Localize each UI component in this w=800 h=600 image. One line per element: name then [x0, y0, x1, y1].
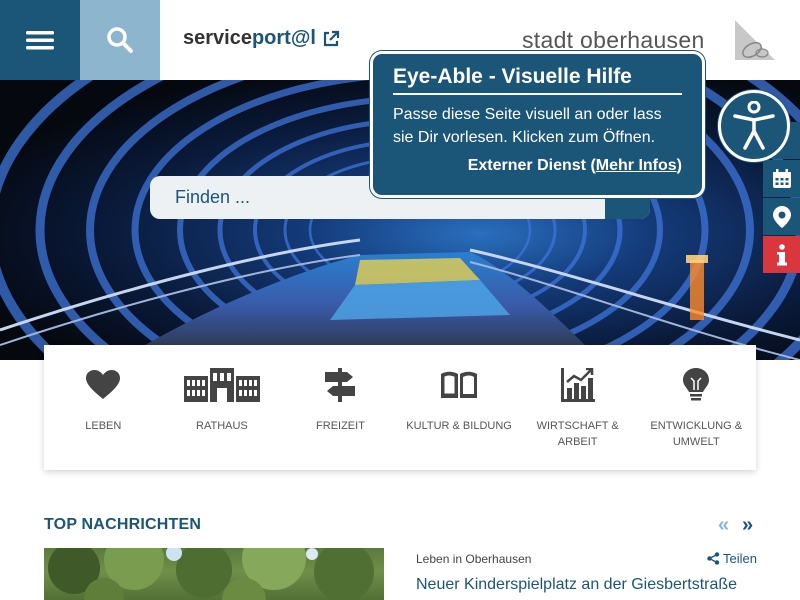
share-button[interactable]: Teilen [707, 551, 757, 566]
share-label: Teilen [723, 551, 757, 566]
news-next-button[interactable]: » [742, 514, 753, 537]
logo-text[interactable]: stadt oberhausen [522, 27, 705, 54]
menu-button[interactable] [0, 0, 80, 80]
accessibility-icon [733, 101, 775, 150]
external-link-icon [323, 30, 340, 46]
category-label: FREIZEIT [316, 420, 365, 432]
search-icon [107, 27, 133, 53]
eye-able-footer: Externer Dienst (Mehr Infos) [393, 157, 682, 175]
news-image[interactable] [44, 548, 384, 600]
search-toggle-button[interactable] [80, 0, 160, 80]
more-info-link[interactable]: Mehr Infos [596, 157, 677, 174]
news-prev-button[interactable]: « [718, 514, 729, 537]
foliage-image [48, 548, 374, 600]
eye-able-footer-suffix: ) [676, 157, 682, 174]
news-category: Leben in Oberhausen [416, 552, 532, 566]
chart-icon [560, 368, 595, 402]
location-pin-icon [772, 205, 791, 228]
side-tab-calendar[interactable] [763, 160, 800, 197]
page: service port@l stadt oberhausen Finden .… [0, 0, 800, 600]
category-leben[interactable]: LEBEN [44, 345, 163, 470]
book-icon [441, 371, 478, 398]
eye-able-title: Eye-Able - Visuelle Hilfe [393, 65, 682, 95]
category-label: KULTUR & BILDUNG [406, 420, 512, 432]
top-news-heading: TOP NACHRICHTEN [44, 516, 202, 533]
lightbulb-icon [683, 368, 710, 401]
side-tab-info[interactable] [763, 236, 800, 273]
logo-icon[interactable] [735, 20, 775, 60]
eye-able-popup[interactable]: Eye-Able - Visuelle Hilfe Passe diese Se… [370, 51, 705, 198]
hamburger-icon [26, 31, 54, 50]
serviceportal-link[interactable]: service port@l [183, 27, 340, 50]
category-card: LEBEN RATHAUS FREIZEIT KULTUR & BILDUNG … [44, 345, 756, 470]
heart-icon [86, 370, 121, 399]
serviceportal-part1: service [183, 27, 252, 49]
signpost-icon [325, 368, 356, 402]
calendar-icon [772, 168, 791, 188]
category-label: ENTWICKLUNG & UMWELT [650, 420, 743, 448]
eye-able-button[interactable] [718, 90, 790, 162]
info-icon [776, 243, 787, 265]
category-label: RATHAUS [196, 420, 248, 432]
eye-able-description: Passe diese Seite visuell an oder lass s… [393, 106, 662, 146]
side-tab-location[interactable] [763, 198, 800, 235]
category-entwicklung-umwelt[interactable]: ENTWICKLUNG & UMWELT [637, 345, 756, 470]
news-title[interactable]: Neuer Kinderspielplatz an der Giesbertst… [416, 576, 737, 594]
category-label: WIRTSCHAFT & ARBEIT [536, 420, 619, 448]
serviceportal-part2: port@l [251, 27, 316, 49]
category-freizeit[interactable]: FREIZEIT [281, 345, 400, 470]
category-wirtschaft-arbeit[interactable]: WIRTSCHAFT & ARBEIT [518, 345, 637, 470]
category-kultur-bildung[interactable]: KULTUR & BILDUNG [400, 345, 519, 470]
share-icon [707, 552, 720, 565]
eye-able-footer-prefix: Externer Dienst ( [467, 157, 596, 174]
category-label: LEBEN [85, 420, 122, 432]
building-icon [183, 368, 260, 402]
category-rathaus[interactable]: RATHAUS [163, 345, 282, 470]
